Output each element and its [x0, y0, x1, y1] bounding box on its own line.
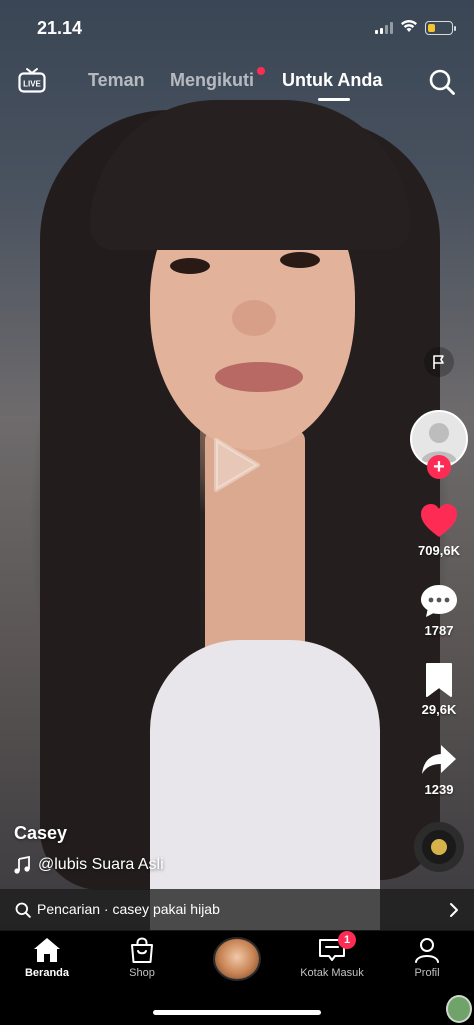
comment-icon	[421, 585, 457, 617]
status-time: 21.14	[37, 18, 83, 38]
share-count: 1239	[424, 782, 454, 797]
create-avatar-icon[interactable]	[213, 937, 261, 981]
video-frame-shape	[232, 300, 276, 336]
battery-icon	[425, 21, 456, 35]
video-frame-shape	[215, 362, 303, 392]
nav-label: Beranda	[24, 967, 70, 979]
share-button[interactable]: 1239	[404, 742, 474, 797]
nav-profil[interactable]: Profil	[385, 937, 469, 979]
tab-mengikuti[interactable]: Mengikuti	[170, 70, 254, 91]
tab-teman[interactable]: Teman	[88, 70, 145, 91]
sound-label: @lubis Suara Asli	[38, 856, 164, 873]
battery-level-fill	[427, 23, 436, 32]
like-count: 709,6K	[418, 543, 460, 558]
shopping-bag-icon	[131, 937, 153, 963]
flag-icon[interactable]	[424, 347, 454, 377]
home-indicator	[153, 1010, 321, 1015]
music-note-icon	[14, 856, 30, 874]
plus-icon: +	[433, 456, 445, 478]
live-label: LIVE	[23, 80, 41, 89]
nav-label: Shop	[129, 967, 155, 979]
search-suggestion-text: Pencarian · casey pakai hijab	[37, 901, 220, 917]
video-frame-shape	[170, 258, 210, 274]
live-icon[interactable]: LIVE	[18, 67, 46, 93]
follow-button[interactable]: +	[427, 455, 451, 479]
nav-label: Kotak Masuk	[300, 967, 364, 979]
like-button[interactable]: 709,6K	[404, 503, 474, 558]
creator-username[interactable]: Casey	[14, 823, 67, 844]
music-disc-icon[interactable]	[414, 822, 464, 872]
cellular-signal-icon	[375, 22, 393, 34]
active-tab-indicator	[318, 98, 350, 101]
bookmark-icon	[426, 663, 452, 697]
profile-icon	[415, 938, 439, 963]
floating-assistant-icon[interactable]	[446, 995, 472, 1023]
video-frame-shape	[150, 640, 380, 930]
home-icon	[34, 938, 60, 962]
nav-beranda[interactable]: Beranda	[5, 937, 89, 979]
tab-untuk-anda[interactable]: Untuk Anda	[282, 70, 382, 91]
search-suggestion-bar[interactable]: Pencarian · casey pakai hijab	[0, 889, 474, 931]
play-icon[interactable]	[212, 436, 262, 494]
nav-label: Profil	[414, 967, 440, 979]
comment-button[interactable]: 1787	[404, 583, 474, 638]
chevron-right-icon	[450, 903, 458, 917]
search-icon	[15, 902, 31, 918]
bookmark-count: 29,6K	[421, 702, 457, 717]
search-icon[interactable]	[428, 68, 456, 96]
sound-link[interactable]: @lubis Suara Asli	[14, 856, 164, 874]
nav-kotak-masuk[interactable]: Kotak Masuk	[290, 937, 374, 979]
notification-dot	[257, 67, 265, 75]
status-bar: 21.14	[0, 0, 474, 58]
comment-count: 1787	[424, 623, 454, 638]
wifi-icon	[401, 20, 417, 32]
nav-shop[interactable]: Shop	[100, 937, 184, 979]
heart-icon	[421, 504, 457, 537]
inbox-badge: 1	[338, 931, 356, 949]
bookmark-button[interactable]: 29,6K	[404, 662, 474, 717]
share-arrow-icon	[422, 745, 456, 774]
video-frame-shape	[280, 252, 320, 268]
top-navigation: LIVE Teman Mengikuti Untuk Anda	[0, 58, 474, 106]
